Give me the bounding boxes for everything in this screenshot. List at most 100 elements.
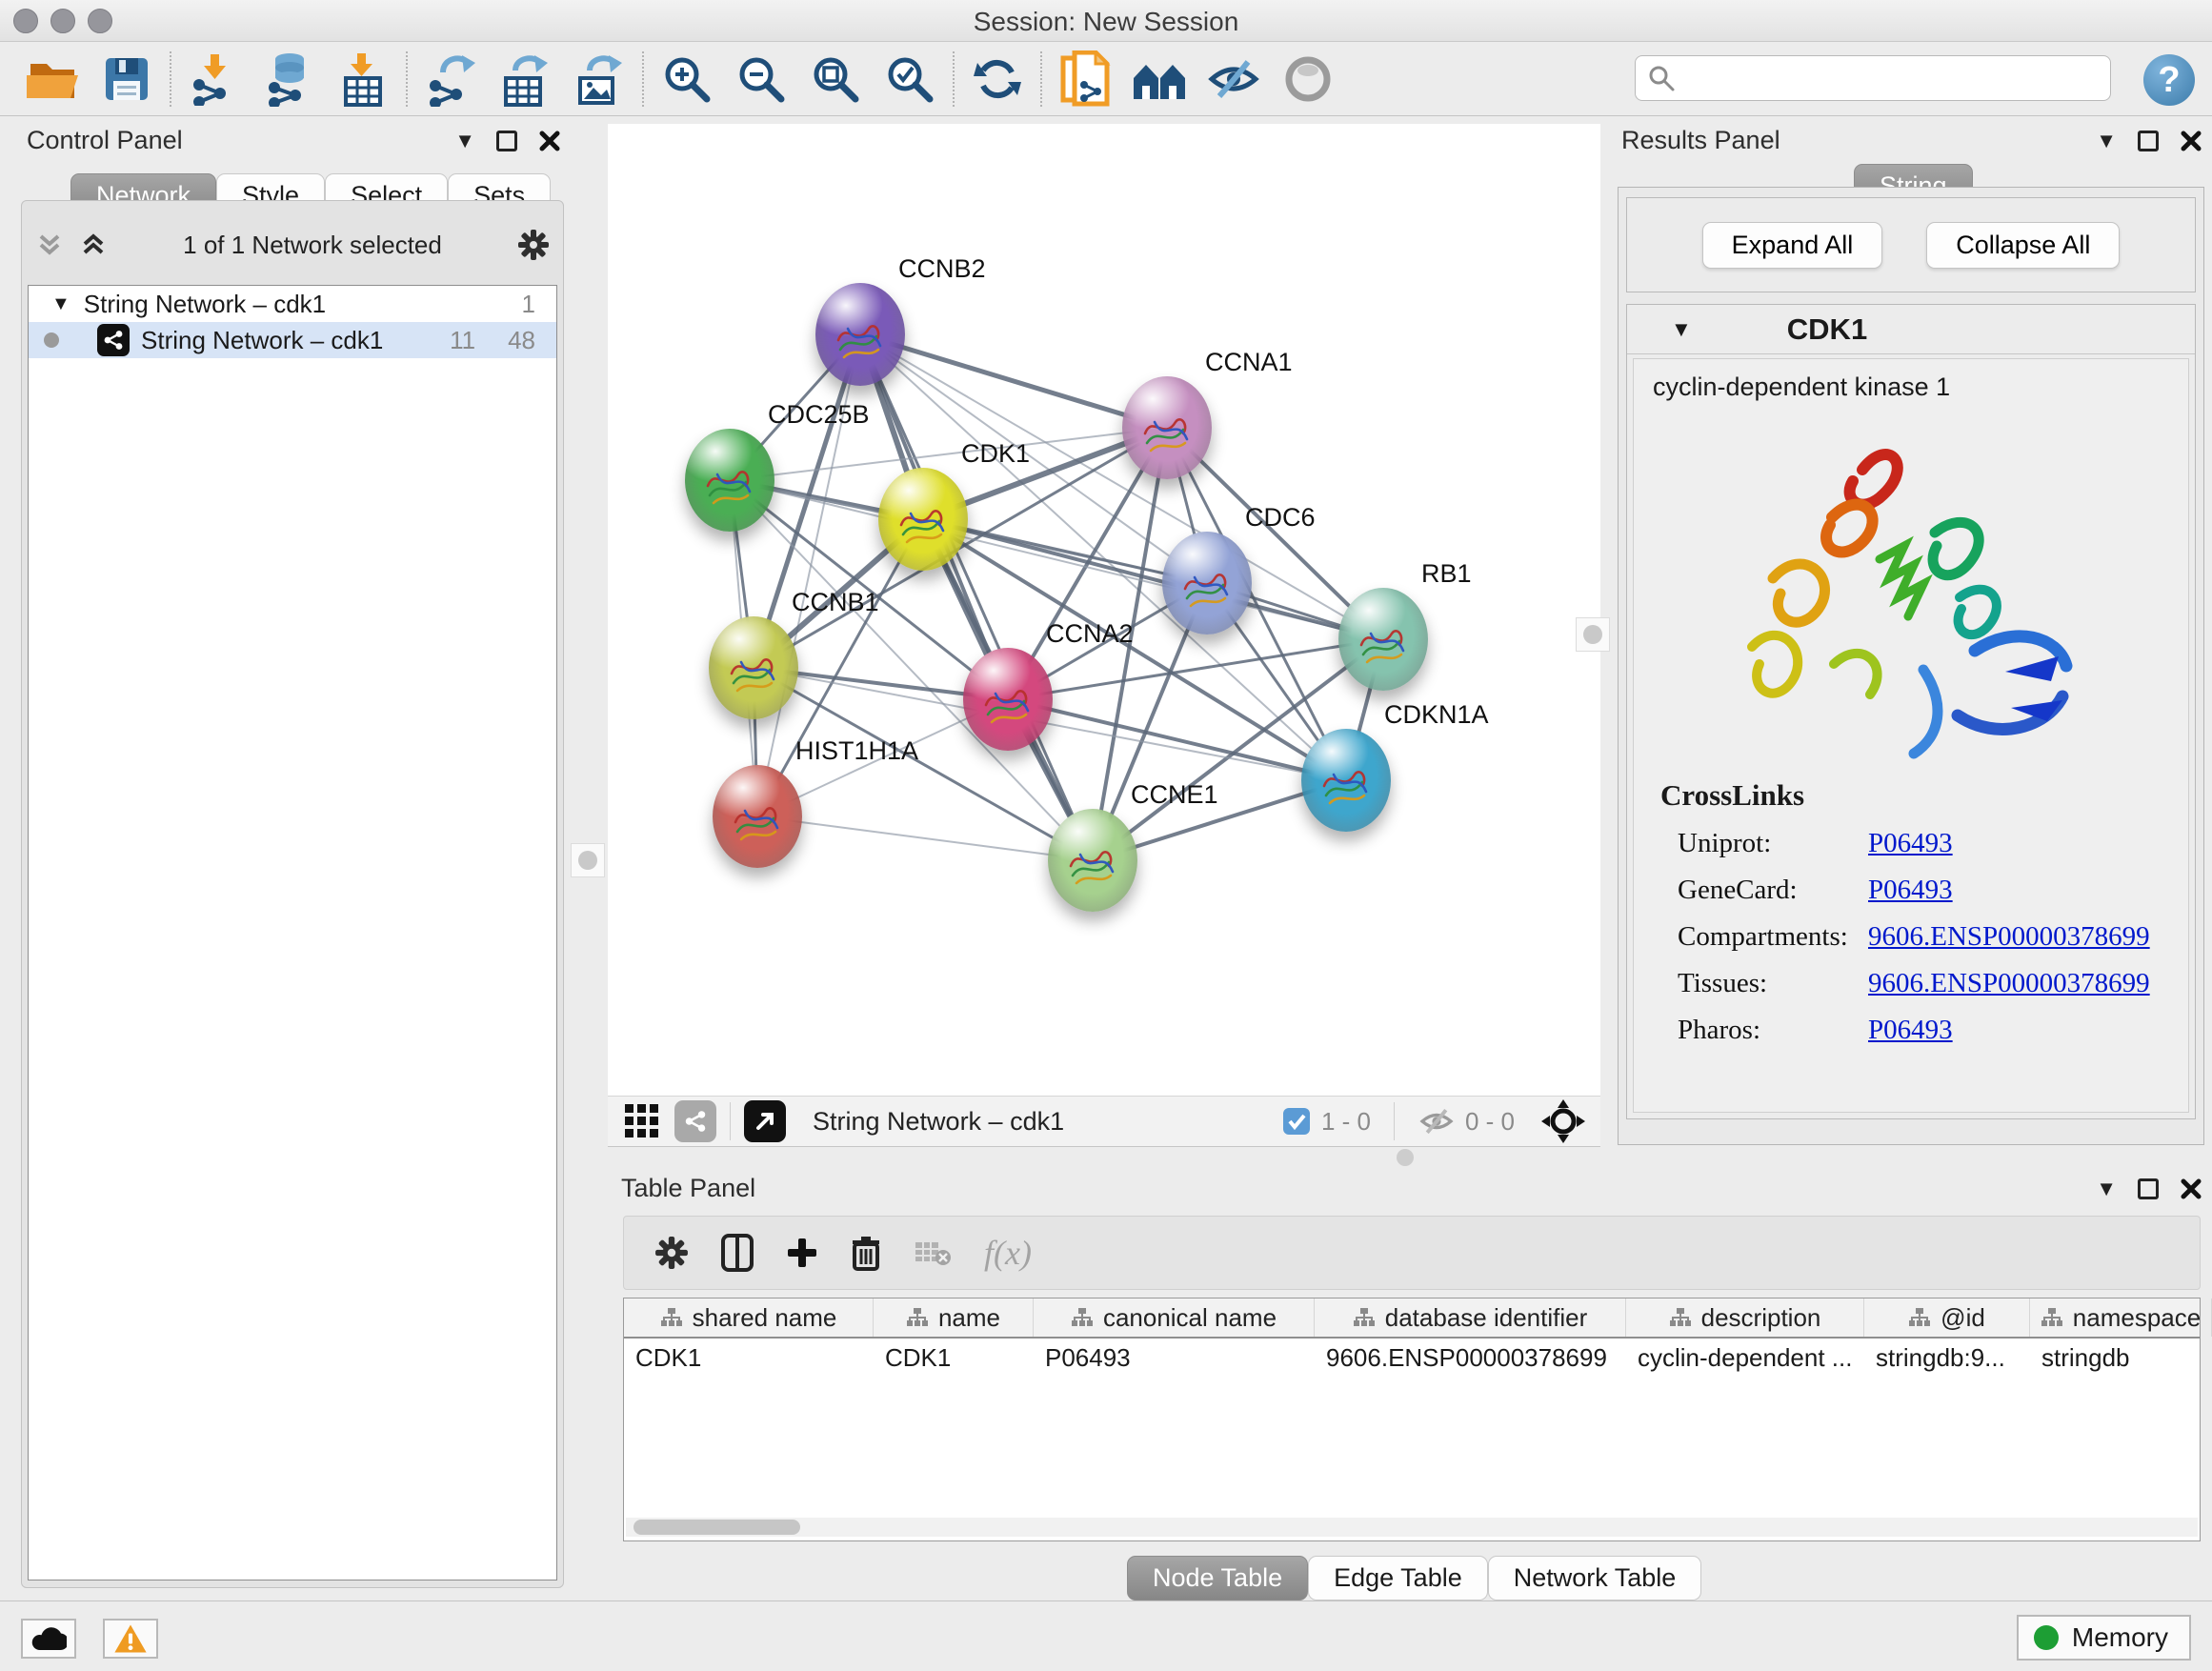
crosslink-link[interactable]: 9606.ENSP00000378699	[1868, 921, 2150, 953]
crosslink-link[interactable]: P06493	[1868, 1015, 1953, 1046]
close-panel-icon[interactable]	[2180, 1178, 2202, 1200]
panel-menu-icon[interactable]: ▼	[454, 129, 475, 153]
collection-expand-icon[interactable]: ▼	[51, 293, 70, 315]
apply-layout-button[interactable]	[960, 48, 1035, 111]
network-node-cdc6[interactable]	[1162, 532, 1252, 634]
search-input[interactable]	[1676, 64, 2110, 93]
float-panel-icon[interactable]	[2138, 131, 2159, 151]
collapse-all-button[interactable]: Collapse All	[1926, 222, 2120, 269]
selected-checkbox-icon[interactable]	[1281, 1106, 1312, 1137]
network-node-cdkn1a[interactable]	[1301, 729, 1391, 832]
network-collection-row[interactable]: ▼ String Network – cdk1 1	[29, 286, 556, 322]
float-panel-icon[interactable]	[496, 131, 517, 151]
network-node-cdk1[interactable]	[878, 468, 968, 571]
right-splitter-handle[interactable]	[1576, 617, 1610, 652]
table-row[interactable]: CDK1CDK1P064939606.ENSP00000378699cyclin…	[624, 1339, 2200, 1377]
network-node-ccnb1[interactable]	[709, 616, 798, 719]
node-label-cdc25b: CDC25B	[768, 400, 870, 430]
export-network-button[interactable]	[413, 48, 488, 111]
save-session-button[interactable]	[90, 48, 164, 111]
table-settings-gear-icon[interactable]	[654, 1236, 689, 1270]
column-header-description[interactable]: description	[1626, 1299, 1864, 1337]
detach-view-icon[interactable]	[744, 1100, 786, 1142]
crosslink-label: Uniprot:	[1678, 828, 1868, 859]
network-edge[interactable]	[860, 334, 1167, 428]
export-table-button[interactable]	[488, 48, 562, 111]
node-label-rb1: RB1	[1421, 559, 1472, 589]
crosslink-link[interactable]: P06493	[1868, 875, 1953, 906]
collapse-all-icon[interactable]	[35, 231, 64, 259]
network-edge[interactable]	[923, 519, 1383, 639]
network-edge[interactable]	[860, 334, 1093, 860]
close-panel-icon[interactable]	[2180, 130, 2202, 152]
grid-view-icon[interactable]	[623, 1102, 661, 1140]
help-button[interactable]: ?	[2143, 54, 2195, 106]
gene-collapse-icon[interactable]: ▼	[1671, 317, 1692, 342]
tab-network-table[interactable]: Network Table	[1488, 1556, 1702, 1601]
network-node-ccne1[interactable]	[1048, 809, 1137, 912]
network-share-view-icon[interactable]	[674, 1100, 716, 1142]
open-session-button[interactable]	[15, 48, 90, 111]
horizontal-splitter-handle[interactable]	[1397, 1149, 1414, 1166]
add-column-icon[interactable]	[786, 1237, 818, 1269]
gear-icon[interactable]	[517, 229, 550, 261]
zoom-in-button[interactable]	[650, 48, 724, 111]
memory-button[interactable]: Memory	[2017, 1615, 2191, 1661]
import-network-database-button[interactable]	[251, 48, 326, 111]
delete-column-icon[interactable]	[851, 1235, 881, 1271]
column-header-id[interactable]: @id	[1864, 1299, 2030, 1337]
network-node-rb1[interactable]	[1338, 588, 1428, 691]
expand-all-button[interactable]: Expand All	[1702, 222, 1883, 269]
node-label-ccne1: CCNE1	[1131, 780, 1218, 810]
left-splitter-handle[interactable]	[571, 843, 605, 877]
birds-eye-button[interactable]	[1122, 48, 1196, 111]
column-header-shared-name[interactable]: shared name	[624, 1299, 874, 1337]
zoom-out-button[interactable]	[724, 48, 798, 111]
panel-menu-icon[interactable]: ▼	[2096, 129, 2117, 153]
scrollbar-thumb[interactable]	[633, 1520, 800, 1535]
selected-counts: 1 - 0	[1321, 1107, 1371, 1137]
network-node-ccna2[interactable]	[963, 648, 1053, 751]
network-edge[interactable]	[1008, 699, 1346, 780]
export-image-button[interactable]	[562, 48, 636, 111]
column-header-database-identifier[interactable]: database identifier	[1315, 1299, 1626, 1337]
crosslink-link[interactable]: 9606.ENSP00000378699	[1868, 968, 2150, 999]
warning-button[interactable]	[103, 1619, 158, 1659]
horizontal-scrollbar[interactable]	[626, 1518, 2198, 1537]
panel-menu-icon[interactable]: ▼	[2096, 1177, 2117, 1201]
clone-network-button[interactable]	[1048, 48, 1122, 111]
cloud-button[interactable]	[21, 1619, 76, 1659]
network-node-ccna1[interactable]	[1122, 376, 1212, 479]
network-canvas[interactable]: CCNB2CCNA1CDC25BCDK1CDC6RB1CCNB1CCNA2CDK…	[608, 124, 1600, 1096]
network-node-cdc25b[interactable]	[685, 429, 774, 532]
title-bar: Session: New Session	[0, 0, 2212, 42]
show-columns-icon[interactable]	[721, 1234, 754, 1272]
column-header-label: canonical name	[1103, 1303, 1277, 1333]
expand-all-icon[interactable]	[79, 231, 108, 259]
network-node-ccnb2[interactable]	[815, 283, 905, 386]
tab-edge-table[interactable]: Edge Table	[1308, 1556, 1488, 1601]
crosslink-row: Pharos:P06493	[1660, 1015, 2179, 1046]
network-selected-status: 1 of 1 Network selected	[108, 231, 517, 260]
float-panel-icon[interactable]	[2138, 1178, 2159, 1199]
table-panel-title: Table Panel	[621, 1174, 755, 1203]
column-header-name[interactable]: name	[874, 1299, 1034, 1337]
hide-graphics-details-button[interactable]	[1196, 48, 1271, 111]
search-field[interactable]	[1635, 55, 2111, 101]
column-header-namespace[interactable]: namespace	[2030, 1299, 2212, 1337]
node-table: shared namename canonical name database id…	[623, 1298, 2201, 1541]
network-row[interactable]: String Network – cdk1 11 48	[29, 322, 556, 358]
crosslink-link[interactable]: P06493	[1868, 828, 1953, 859]
zoom-fit-button[interactable]	[798, 48, 873, 111]
network-node-hist1h1a[interactable]	[713, 765, 802, 868]
import-network-file-button[interactable]	[177, 48, 251, 111]
hidden-eye-icon[interactable]	[1418, 1105, 1456, 1137]
close-panel-icon[interactable]	[538, 130, 561, 152]
column-header-canonical-name[interactable]: canonical name	[1034, 1299, 1315, 1337]
show-graphics-details-button[interactable]	[1271, 48, 1345, 111]
tab-node-table[interactable]: Node Table	[1127, 1556, 1308, 1601]
zoom-selected-button[interactable]	[873, 48, 947, 111]
network-edge[interactable]	[757, 816, 1093, 860]
crosshair-icon[interactable]	[1541, 1099, 1585, 1143]
import-table-file-button[interactable]	[326, 48, 400, 111]
